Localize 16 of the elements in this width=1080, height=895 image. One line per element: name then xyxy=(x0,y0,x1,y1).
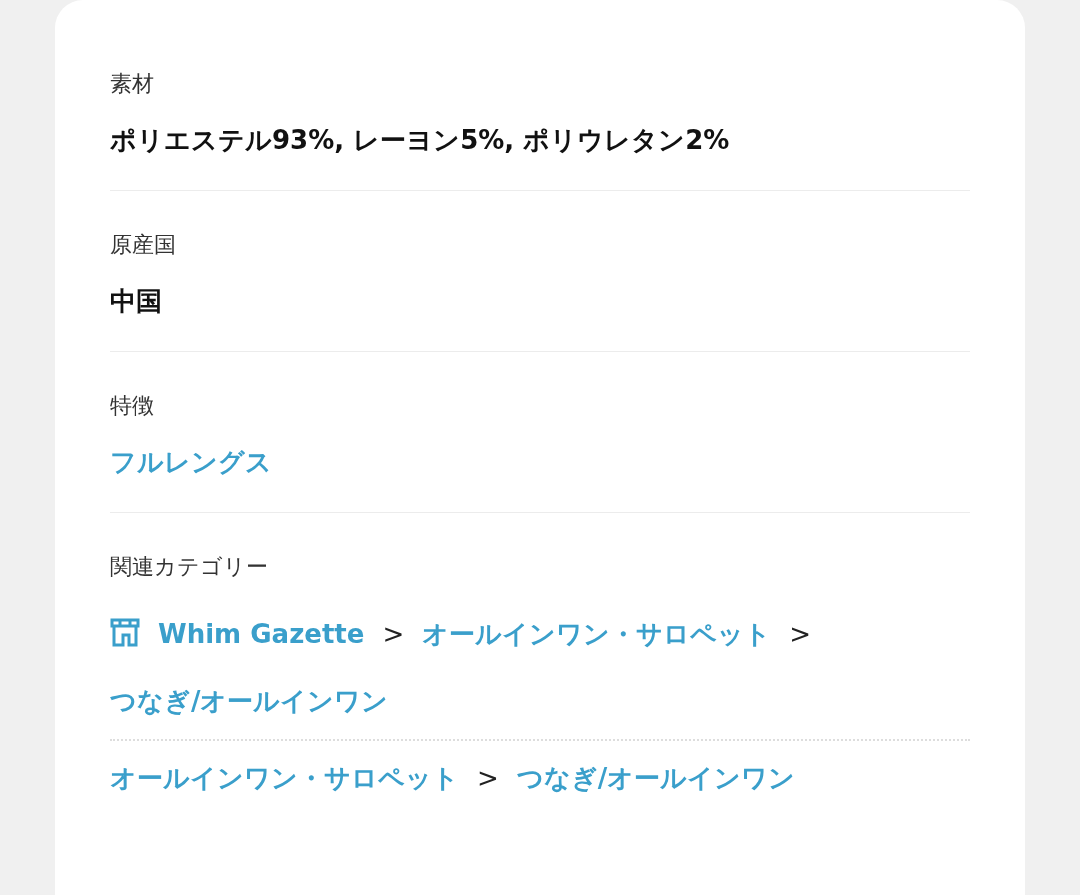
section-label: 素材 xyxy=(110,70,155,98)
breadcrumb-separator: > xyxy=(382,619,405,649)
section-label: 関連カテゴリー xyxy=(110,553,269,581)
feature-link[interactable]: フルレングス xyxy=(110,442,272,482)
section-label: 原産国 xyxy=(110,231,177,259)
section-value: ポリエステル93%, レーヨン5%, ポリウレタン2% xyxy=(110,124,731,157)
category-link[interactable]: つなぎ/オールインワン xyxy=(516,763,796,793)
category-link[interactable]: オールインワン・サロペット xyxy=(422,619,772,649)
section-label: 特徴 xyxy=(110,392,155,420)
store-link[interactable]: Whim Gazette xyxy=(158,619,365,649)
store-icon xyxy=(110,617,140,647)
breadcrumb-separator: > xyxy=(477,763,499,793)
section-value: 中国 xyxy=(110,285,163,318)
breadcrumb-separator: > xyxy=(789,619,811,649)
category-link[interactable]: つなぎ/オールインワン xyxy=(110,686,389,716)
category-link[interactable]: オールインワン・サロペット xyxy=(110,763,459,793)
